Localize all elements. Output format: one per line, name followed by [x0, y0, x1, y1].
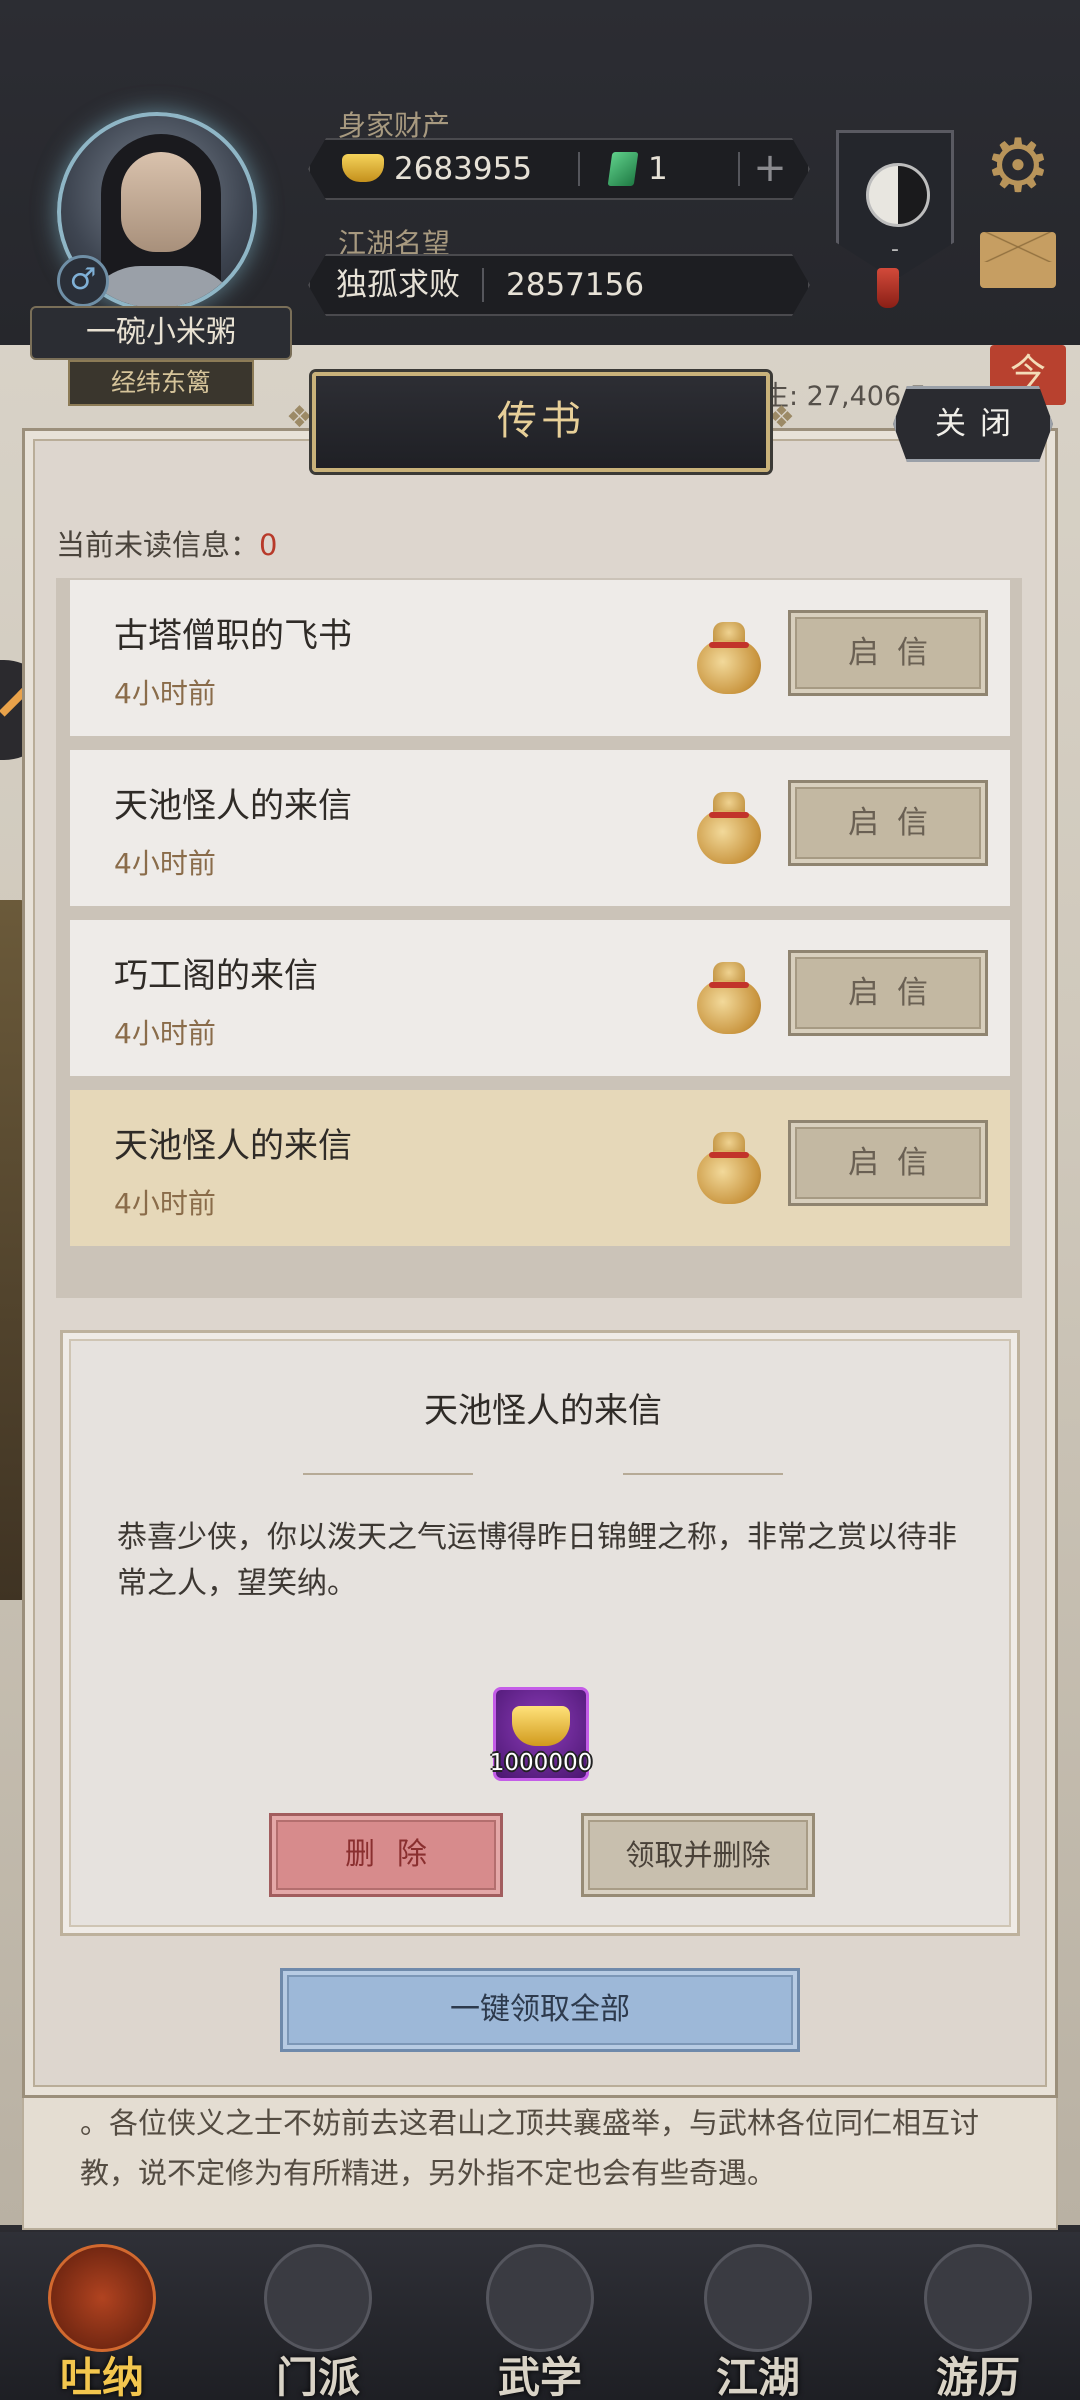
nav-martial-arts[interactable]: 武学: [450, 2232, 630, 2400]
reward-pouch-icon: [695, 1128, 763, 1206]
taiji-level: -: [891, 237, 899, 262]
open-letter-button[interactable]: 启信: [788, 950, 988, 1036]
modal-title: 传书: [312, 372, 770, 472]
detail-body-text: 恭喜少侠，你以泼天之气运博得昨日锦鲤之称，非常之赏以待非常之人，望笑纳。: [117, 1520, 957, 1601]
nav-label: 武学: [497, 2353, 582, 2400]
nav-label: 吐纳: [59, 2353, 144, 2400]
reward-gold-item[interactable]: 1000000: [490, 1687, 592, 1781]
reward-count: 1000000: [489, 1750, 593, 1776]
plus-divider: [738, 152, 740, 186]
tassel-icon: [877, 268, 899, 308]
horse-icon: [924, 2244, 1032, 2352]
open-letter-button[interactable]: 启信: [788, 1120, 988, 1206]
wealth-bar: 2683955 1 +: [308, 138, 810, 200]
title-ornament-right: ❖: [768, 400, 795, 435]
jade-icon: [608, 152, 639, 186]
taiji-icon: [866, 163, 930, 227]
detail-ornament-right: [623, 1473, 783, 1475]
message-item[interactable]: 古塔僧职的飞书 4小时前 启信: [70, 580, 1010, 736]
player-title-badge: 经纬东篱: [68, 360, 254, 406]
reputation-rank: 独孤求败: [336, 267, 460, 303]
jade-amount: 1: [648, 151, 668, 187]
meditation-icon: [48, 2244, 156, 2352]
open-letter-button[interactable]: 启信: [788, 610, 988, 696]
detail-ornament-left: [303, 1473, 473, 1475]
message-item[interactable]: 天池怪人的来信 4小时前 启信: [70, 750, 1010, 906]
nav-tuna[interactable]: 吐纳: [12, 2232, 192, 2400]
player-avatar[interactable]: ♂: [22, 100, 292, 330]
nav-travel[interactable]: 游历: [888, 2232, 1068, 2400]
nav-label: 门派: [275, 2353, 360, 2400]
settings-gear-icon[interactable]: ⚙: [980, 128, 1056, 204]
message-title: 巧工阁的来信: [114, 956, 318, 996]
nav-sect[interactable]: 门派: [228, 2232, 408, 2400]
add-currency-button[interactable]: +: [750, 150, 790, 190]
avatar-face: [121, 152, 201, 252]
background-story-text: 。各位侠义之士不妨前去这君山之顶共襄盛举，与武林各位同仁相互讨教，说不定修为有所…: [22, 2080, 1058, 2230]
close-button[interactable]: 关闭: [893, 386, 1053, 462]
detail-title: 天池怪人的来信: [424, 1391, 662, 1431]
message-title: 天池怪人的来信: [114, 1126, 352, 1166]
message-time: 4小时前: [114, 1017, 216, 1050]
reward-pouch-icon: [695, 618, 763, 696]
letter-detail-panel: 天池怪人的来信 恭喜少侠，你以泼天之气运博得昨日锦鲤之称，非常之赏以待非常之人，…: [60, 1330, 1020, 1936]
gold-amount: 2683955: [394, 151, 533, 187]
open-letter-button[interactable]: 启信: [788, 780, 988, 866]
straw-hat-icon: [704, 2244, 812, 2352]
unread-count: 0: [259, 528, 278, 562]
message-time: 4小时前: [114, 847, 216, 880]
male-gender-icon: ♂: [57, 255, 109, 307]
nav-label: 江湖: [715, 2353, 800, 2400]
gold-ingot-icon: [512, 1706, 570, 1746]
message-title: 天池怪人的来信: [114, 786, 352, 826]
nav-label: 游历: [935, 2353, 1020, 2400]
bottom-nav: 吐纳 门派 武学 江湖 游历: [0, 2232, 1080, 2400]
nav-jianghu[interactable]: 江湖: [668, 2232, 848, 2400]
scroll-book-icon: [486, 2244, 594, 2352]
unread-label: 当前未读信息：: [56, 528, 260, 562]
message-time: 4小时前: [114, 677, 216, 710]
wealth-divider: [578, 152, 580, 186]
message-item[interactable]: 巧工阁的来信 4小时前 启信: [70, 920, 1010, 1076]
reward-pouch-icon: [695, 958, 763, 1036]
message-item-selected[interactable]: 天池怪人的来信 4小时前 启信: [70, 1090, 1010, 1246]
message-title: 古塔僧职的飞书: [114, 616, 352, 656]
reputation-divider: [482, 268, 484, 302]
claim-all-button[interactable]: 一键领取全部: [280, 1968, 800, 2052]
claim-and-delete-button[interactable]: 领取并删除: [581, 1813, 815, 1897]
delete-button[interactable]: 删除: [269, 1813, 503, 1897]
sect-banner-icon: [264, 2244, 372, 2352]
mail-icon[interactable]: [980, 232, 1056, 288]
gold-ingot-icon: [342, 154, 384, 182]
reward-pouch-icon: [695, 788, 763, 866]
reputation-value: 2857156: [506, 267, 645, 303]
reputation-bar: 独孤求败 2857156: [308, 254, 810, 316]
player-name: 一碗小米粥: [30, 306, 292, 360]
unread-info: 当前未读信息：0: [56, 522, 277, 564]
message-time: 4小时前: [114, 1187, 216, 1220]
